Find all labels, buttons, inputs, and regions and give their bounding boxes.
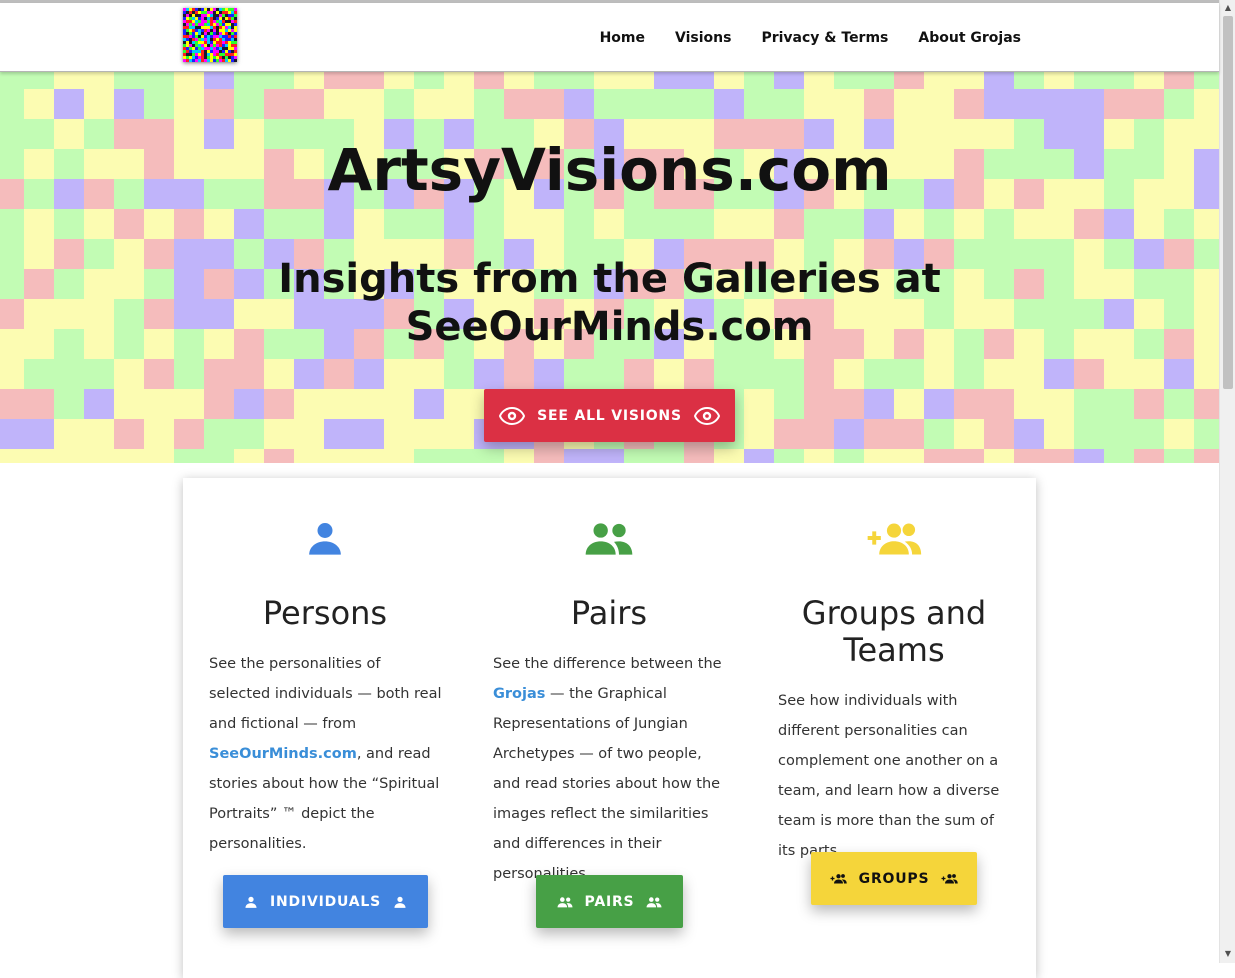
people-icon [646, 896, 662, 907]
individuals-button[interactable]: INDIVIDUALS [223, 875, 428, 928]
nav-privacy-terms[interactable]: Privacy & Terms [761, 30, 888, 46]
groups-title-line2: Teams [843, 631, 945, 669]
groja-logo[interactable] [183, 8, 237, 62]
scrollbar-thumb[interactable] [1223, 16, 1233, 389]
pairs-text-end: — the Graphical Representations of Jungi… [493, 686, 721, 882]
persons-description: See the personalities of selected indivi… [209, 649, 445, 859]
nav-about-grojas[interactable]: About Grojas [918, 30, 1021, 46]
scroll-up-arrow-icon[interactable]: ▲ [1223, 3, 1233, 13]
site-title: ArtsyVisions.com [327, 136, 892, 204]
person-icon [309, 523, 341, 555]
group-add-icon [941, 874, 959, 884]
see-all-visions-button[interactable]: SEE ALL VISIONS [484, 389, 735, 442]
pairs-description: See the difference between the Grojas — … [493, 649, 729, 889]
pairs-text-start: See the difference between the [493, 656, 722, 672]
hero-subtitle-line2: SeeOurMinds.com [405, 304, 814, 350]
person-icon [245, 896, 257, 908]
groups-button[interactable]: GROUPS [811, 852, 977, 905]
categories-card: Persons See the personalities of selecte… [183, 478, 1036, 978]
persons-text-start: See the personalities of selected indivi… [209, 656, 442, 732]
nav-menu: Home Visions Privacy & Terms About Groja… [600, 30, 1021, 46]
eye-icon [499, 406, 526, 425]
nav-visions[interactable]: Visions [675, 30, 731, 46]
group-add-icon [867, 523, 922, 555]
nav-home[interactable]: Home [600, 30, 645, 46]
people-icon [585, 523, 633, 555]
eye-icon [693, 406, 720, 425]
hero-subtitle: Insights from the Galleries at SeeOurMin… [0, 255, 1219, 351]
navbar: Home Visions Privacy & Terms About Groja… [0, 3, 1219, 72]
see-all-visions-label: SEE ALL VISIONS [537, 407, 682, 424]
seeourminds-link[interactable]: SeeOurMinds.com [209, 746, 357, 762]
groups-description: See how individuals with different perso… [778, 693, 1000, 859]
pairs-label: PAIRS [584, 893, 635, 910]
individuals-label: INDIVIDUALS [270, 893, 381, 910]
scroll-down-arrow-icon[interactable]: ▼ [1223, 949, 1233, 959]
pairs-title: Pairs [570, 594, 648, 632]
group-add-icon [830, 874, 847, 884]
persons-title: Persons [262, 594, 388, 632]
hero-subtitle-line1: Insights from the Galleries at [278, 256, 941, 302]
person-icon [394, 896, 406, 908]
groups-title-line1: Groups and [801, 594, 987, 632]
grojas-link[interactable]: Grojas [493, 686, 545, 702]
pairs-button[interactable]: PAIRS [536, 875, 683, 928]
groups-title: Groups and Teams [774, 595, 1014, 669]
groups-label: GROUPS [858, 870, 930, 887]
vertical-scrollbar[interactable]: ▲ ▼ [1219, 0, 1235, 963]
hero-banner: ArtsyVisions.com Insights from the Galle… [0, 72, 1219, 463]
people-icon [557, 896, 573, 907]
